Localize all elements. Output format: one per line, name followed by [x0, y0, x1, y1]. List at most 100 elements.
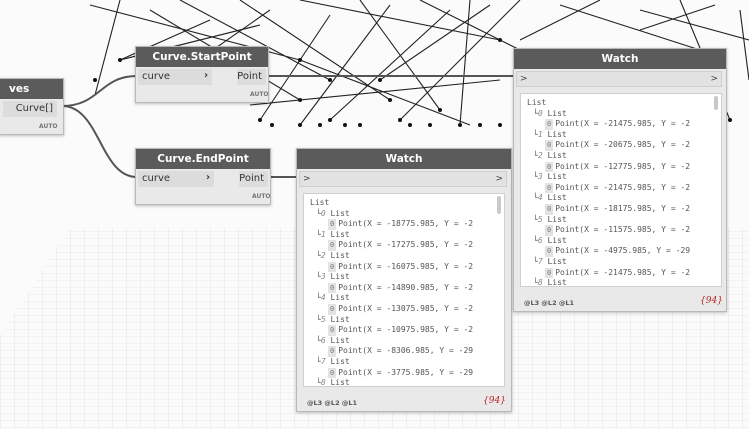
list-index: 0: [320, 208, 326, 218]
list-index: 6: [537, 235, 543, 245]
list-index: 2: [537, 150, 543, 160]
list-item-header[interactable]: └2 List: [527, 151, 690, 162]
watch-left-input-port[interactable]: > >: [299, 171, 507, 187]
list-item-header[interactable]: └8 List: [310, 378, 473, 387]
list-item-label: List: [547, 256, 567, 266]
list-index: 1: [320, 229, 326, 239]
curve-endpoint-node[interactable]: Curve.EndPoint curve › Point AUTO: [135, 148, 271, 205]
list-item-header[interactable]: └8 List: [527, 278, 690, 287]
sub-index-badge: 0: [328, 325, 337, 336]
list-item-header[interactable]: └4 List: [310, 293, 473, 304]
list-item-label: List: [547, 235, 567, 245]
list-item-label: List: [330, 229, 350, 239]
list-item-header[interactable]: └1 List: [527, 130, 690, 141]
startpoint-point-output[interactable]: Point: [237, 69, 266, 85]
list-index: 8: [320, 378, 326, 387]
list-item-header[interactable]: └7 List: [527, 257, 690, 268]
watch-left-scrollbar[interactable]: [497, 196, 501, 214]
endpoint-lacing[interactable]: AUTO: [252, 193, 271, 200]
watch-left-count: {94}: [483, 396, 506, 406]
list-item-header[interactable]: └6 List: [527, 236, 690, 247]
curves-node-lacing[interactable]: AUTO: [39, 123, 58, 130]
point-value: Point(X = -21475.985, Y = -2: [555, 182, 691, 192]
curve-startpoint-title: Curve.StartPoint: [136, 47, 268, 67]
list-item-header[interactable]: └3 List: [310, 272, 473, 283]
watch-right-levels[interactable]: @L3 @L2 @L1: [524, 299, 574, 307]
list-item-label: List: [547, 129, 567, 139]
list-item-header[interactable]: └7 List: [310, 357, 473, 368]
list-root-label: List: [527, 98, 547, 107]
startpoint-curve-input[interactable]: curve: [138, 69, 212, 85]
point-value: Point(X = -14890.985, Y = -2: [338, 282, 474, 292]
list-item-value-row: 0 Point(X = -21475.985, Y = -2: [527, 267, 691, 279]
chevron-right-icon: ›: [206, 172, 211, 183]
curves-output-port[interactable]: Curve[]: [3, 101, 57, 117]
list-index: 4: [537, 193, 543, 203]
list-item-value-row: 0 Point(X = -20675.985, Y = -2: [527, 140, 690, 151]
startpoint-lacing[interactable]: AUTO: [250, 91, 269, 98]
endpoint-curve-input[interactable]: curve: [138, 171, 214, 187]
list-item-value-row: 0 Point(X = -14890.985, Y = -2: [310, 282, 474, 294]
chevron-right-icon: ›: [204, 70, 209, 81]
watch-right-count: {94}: [700, 296, 723, 306]
list-item-value-row: 0 Point(X = -13075.985, Y = -2: [310, 303, 474, 315]
point-value: Point(X = -16075.985, Y = -2: [338, 261, 474, 271]
watch-right-out-chevron: >: [710, 74, 718, 84]
list-item-label: List: [330, 250, 350, 260]
point-value: Point(X = -17275.985, Y = -2: [338, 240, 474, 250]
watch-left-levels[interactable]: @L3 @L2 @L1: [307, 399, 357, 407]
list-item-label: List: [330, 208, 350, 218]
point-value: Point(X = -18775.985, Y = -2: [338, 219, 474, 229]
watch-right-in-chevron: >: [520, 74, 528, 84]
point-value: Point(X = -11575.985, Y = -2: [555, 225, 691, 235]
list-item-value-row: 0 Point(X = -16075.985, Y = -2: [310, 261, 474, 273]
list-item-label: List: [330, 272, 350, 282]
list-item-label: List: [547, 150, 567, 160]
list-item-label: List: [330, 335, 350, 345]
list-index: 3: [537, 172, 543, 182]
list-item-header[interactable]: └6 List: [310, 336, 473, 347]
list-item-header[interactable]: └0 List: [310, 209, 473, 220]
wire-curves-to-endpoint: [61, 105, 138, 178]
watch-node-left[interactable]: Watch > > List └0 List 0 Point(X = -18775.9…: [296, 148, 512, 412]
list-item-header[interactable]: └5 List: [310, 315, 473, 326]
list-item-value-row: 0 Point(X = -8306.985, Y = -29: [310, 346, 473, 357]
curve-endpoint-title: Curve.EndPoint: [136, 149, 270, 169]
list-item-label: List: [547, 172, 567, 182]
curve-startpoint-node[interactable]: Curve.StartPoint curve › Point AUTO: [135, 46, 269, 103]
watch-node-right[interactable]: Watch > > List └0 List 0 Point(X = -21475.9…: [513, 48, 727, 312]
watch-left-in-chevron: >: [303, 174, 311, 184]
list-index: 5: [537, 214, 543, 224]
list-item-header[interactable]: └2 List: [310, 251, 473, 262]
list-item-value-row: 0 Point(X = -10975.985, Y = -2: [310, 325, 473, 336]
list-index: 8: [537, 278, 543, 287]
watch-right-input-port[interactable]: > >: [516, 71, 722, 87]
list-item-value-row: 0 Point(X = -18775.985, Y = -2: [310, 219, 473, 230]
list-item-header[interactable]: └0 List: [527, 109, 690, 120]
watch-left-list-panel[interactable]: List └0 List 0 Point(X = -18775.985, Y = -2…: [303, 193, 505, 387]
sub-index-badge: 0: [545, 267, 554, 279]
curves-node[interactable]: ves Curve[] AUTO: [0, 78, 64, 135]
list-index: 7: [320, 356, 326, 366]
watch-right-scrollbar[interactable]: [714, 96, 718, 110]
point-value: Point(X = -8306.985, Y = -29: [338, 346, 474, 356]
watch-right-list-panel[interactable]: List └0 List 0 Point(X = -21475.985, Y = -2…: [520, 93, 722, 287]
list-item-header[interactable]: └5 List: [527, 215, 690, 226]
watch-left-title: Watch: [297, 149, 511, 169]
point-value: Point(X = -13075.985, Y = -2: [338, 303, 474, 313]
list-item-header[interactable]: └1 List: [310, 230, 473, 241]
watch-left-out-chevron: >: [495, 174, 503, 184]
list-item-value-row: 0 Point(X = -17275.985, Y = -2: [310, 240, 473, 251]
point-value: Point(X = -21475.985, Y = -2: [555, 267, 691, 277]
list-root-label: List: [310, 198, 330, 207]
sub-index-badge: 0: [545, 119, 554, 130]
list-item-header[interactable]: └3 List: [527, 172, 690, 183]
list-index: 2: [320, 250, 326, 260]
sub-index-badge: 0: [328, 282, 337, 294]
point-value: Point(X = -18175.985, Y = -2: [555, 203, 691, 213]
list-item-value-row: 0 Point(X = -4975.985, Y = -29: [527, 246, 690, 257]
list-item-label: List: [547, 193, 567, 203]
list-item-label: List: [330, 356, 350, 366]
endpoint-point-output[interactable]: Point: [239, 171, 268, 187]
list-item-header[interactable]: └4 List: [527, 193, 690, 204]
